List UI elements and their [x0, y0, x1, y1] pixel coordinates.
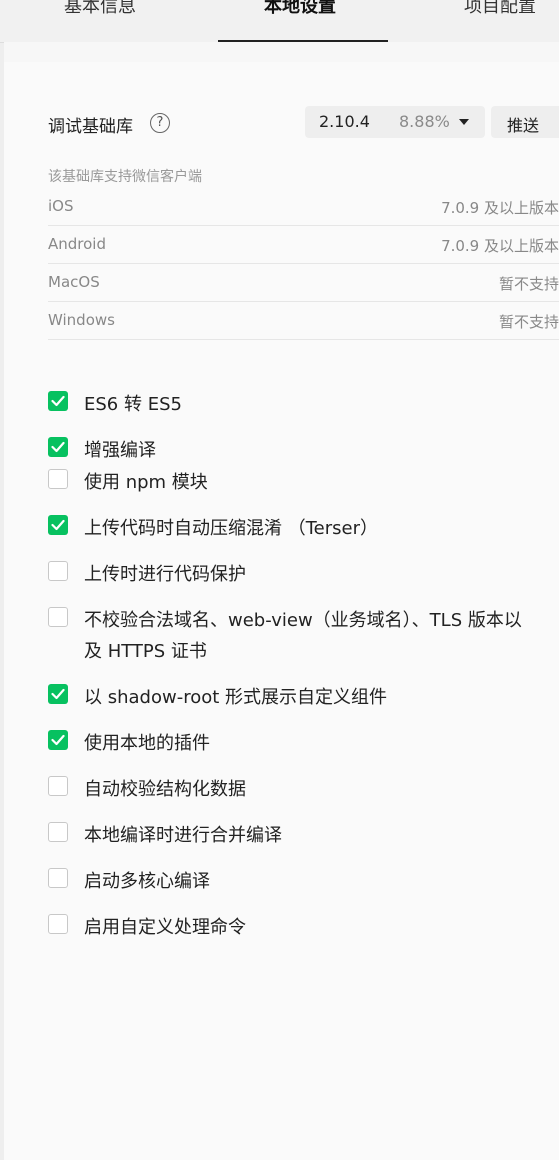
support-row-windows: Windows 暂不支持: [48, 301, 559, 340]
checkbox[interactable]: [48, 607, 68, 627]
option-label: 以 shadow-root 形式展示自定义组件: [84, 687, 388, 708]
checkbox[interactable]: [48, 868, 68, 888]
check-icon: [51, 734, 65, 746]
checkbox[interactable]: [48, 684, 68, 704]
option-label: 使用本地的插件: [84, 733, 210, 754]
support-version: 7.0.9 及以上版本: [441, 199, 559, 217]
option-label: ES6 转 ES5: [84, 394, 182, 415]
option-label: 本地编译时进行合并编译: [84, 825, 282, 846]
checkbox[interactable]: [48, 730, 68, 750]
check-icon: [51, 441, 65, 453]
support-os: Android: [48, 235, 106, 253]
tab-local-settings[interactable]: 本地设置: [264, 0, 336, 28]
check-icon: [51, 688, 65, 700]
option-label: 启用自定义处理命令: [84, 917, 246, 938]
version-number: 2.10.4: [319, 112, 370, 131]
version-coverage: 8.88%: [399, 112, 450, 131]
check-icon: [51, 395, 65, 407]
push-button-label: 推送: [507, 116, 540, 135]
checkbox[interactable]: [48, 776, 68, 796]
support-version: 暂不支持: [498, 275, 559, 293]
support-os: iOS: [48, 197, 74, 215]
option-label: 启动多核心编译: [84, 871, 210, 892]
help-icon[interactable]: ?: [150, 113, 170, 133]
caret-down-icon: [459, 119, 469, 125]
checkbox[interactable]: [48, 822, 68, 842]
checkbox[interactable]: [48, 391, 68, 411]
support-row-macos: MacOS 暂不支持: [48, 263, 559, 302]
option-label: 上传代码时自动压缩混淆 （Terser）: [84, 518, 378, 539]
tab-project-config[interactable]: 项目配置: [464, 0, 536, 28]
checkbox[interactable]: [48, 561, 68, 581]
header-spacer: [4, 42, 559, 62]
tab-bar: 基本信息 本地设置 项目配置: [0, 0, 559, 43]
option-label: 增强编译: [84, 440, 156, 461]
push-button[interactable]: 推送: [491, 106, 559, 138]
checkbox[interactable]: [48, 914, 68, 934]
support-version: 7.0.9 及以上版本: [441, 237, 559, 255]
support-version: 暂不支持: [498, 313, 559, 331]
support-os: MacOS: [48, 273, 100, 291]
option-label: 自动校验结构化数据: [84, 779, 246, 800]
support-row-android: Android 7.0.9 及以上版本: [48, 225, 559, 264]
check-icon: [51, 519, 65, 531]
checkbox[interactable]: [48, 469, 68, 489]
base-lib-version-select[interactable]: 2.10.4 8.88%: [305, 106, 485, 138]
support-row-ios: iOS 7.0.9 及以上版本: [48, 187, 559, 226]
checkbox[interactable]: [48, 515, 68, 535]
option-label: 不校验合法域名、web-view（业务域名）、TLS 版本以及 HTTPS 证书: [84, 610, 522, 662]
base-lib-label: 调试基础库: [48, 117, 133, 137]
checkbox[interactable]: [48, 437, 68, 457]
support-os: Windows: [48, 311, 115, 329]
left-border: [0, 0, 4, 1160]
tab-basic-info[interactable]: 基本信息: [64, 0, 136, 28]
option-label: 上传时进行代码保护: [84, 564, 246, 585]
option-label: 使用 npm 模块: [84, 472, 208, 493]
support-title: 该基础库支持微信客户端: [48, 169, 202, 185]
